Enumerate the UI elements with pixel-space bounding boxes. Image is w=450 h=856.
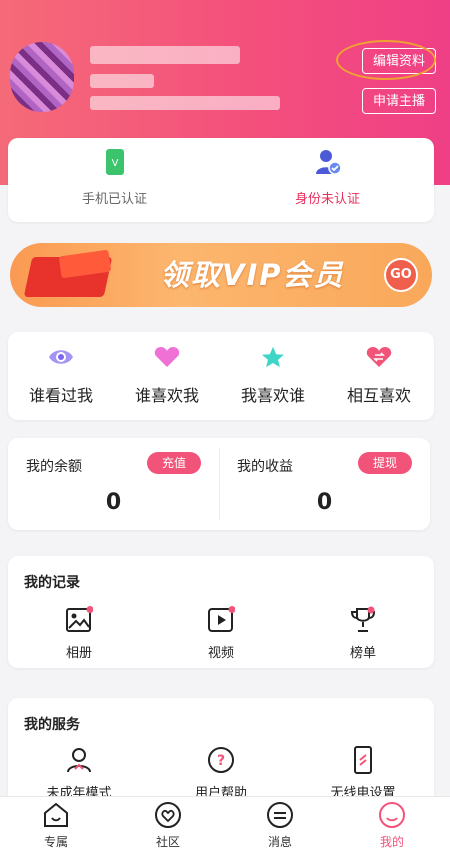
vip-go-button[interactable]: GO: [384, 258, 418, 292]
vip-banner-text: 领取VIP会员: [160, 258, 345, 292]
tab-community-label: 社区: [155, 835, 180, 849]
who-i-like[interactable]: 我喜欢谁: [220, 346, 326, 406]
wallet-card: 我的余额 充值 0 我的收益 提现 0: [8, 438, 430, 530]
phone-verified-item[interactable]: V 手机已认证: [8, 148, 221, 207]
identity-unverified-label: 身份未认证: [294, 192, 360, 207]
mutual-likes[interactable]: 相互喜欢: [326, 346, 432, 406]
home-icon: [44, 802, 68, 827]
star-icon: [262, 346, 284, 368]
recharge-button[interactable]: 充值: [147, 452, 201, 474]
mutual-likes-label: 相互喜欢: [346, 386, 411, 405]
user-shield-icon: [67, 748, 91, 773]
ranking-label: 榜单: [349, 646, 376, 661]
community-icon: [155, 802, 181, 828]
services-title: 我的服务: [24, 717, 80, 733]
tab-messages-label: 消息: [267, 835, 292, 849]
identity-verify-item[interactable]: 身份未认证: [221, 148, 434, 207]
who-i-like-label: 我喜欢谁: [240, 386, 305, 405]
records-video[interactable]: 视频: [150, 606, 292, 661]
tab-exclusive[interactable]: 专属: [0, 797, 112, 856]
earnings-section: 我的收益 提现 0: [219, 438, 430, 530]
tab-messages[interactable]: 消息: [224, 797, 336, 856]
records-ranking[interactable]: 榜单: [292, 606, 434, 661]
who-viewed-me-label: 谁看过我: [28, 386, 93, 405]
profile-icon: [379, 802, 405, 828]
records-card: 我的记录 相册 视频 榜单: [8, 556, 434, 668]
user-info-blurred: [90, 96, 280, 110]
tab-mine-label: 我的: [379, 835, 404, 849]
balance-value: 0: [105, 490, 122, 515]
svg-text:?: ?: [217, 753, 225, 769]
service-radio-settings[interactable]: 无线电设置: [292, 746, 434, 801]
social-card: 谁看过我 谁喜欢我 我喜欢谁 相互喜欢: [8, 332, 434, 420]
records-album[interactable]: 相册: [8, 606, 150, 661]
services-card: 我的服务 未成年模式 ? 用户帮助 无线电设置: [8, 698, 434, 808]
tab-mine[interactable]: 我的: [336, 797, 448, 856]
photo-album-icon: [66, 606, 93, 632]
heart-icon: [154, 347, 180, 367]
phone-verified-label: 手机已认证: [81, 192, 147, 207]
album-label: 相册: [65, 646, 92, 661]
trophy-icon: [350, 606, 376, 632]
phone-settings-icon: [354, 746, 372, 774]
service-minor-mode[interactable]: 未成年模式: [8, 746, 150, 801]
earnings-label: 我的收益: [237, 459, 293, 475]
video-label: 视频: [207, 646, 234, 661]
eye-icon: [49, 350, 73, 364]
bottom-tab-bar: 专属 社区 消息 我的: [0, 796, 450, 856]
avatar[interactable]: [10, 42, 74, 112]
video-icon: [208, 606, 235, 632]
username-blurred: [90, 46, 240, 64]
verification-card: V 手机已认证 身份未认证: [8, 138, 434, 222]
highlight-circle: [336, 40, 436, 80]
who-likes-me[interactable]: 谁喜欢我: [114, 346, 220, 406]
phone-verified-icon: V: [105, 149, 124, 175]
help-icon: ?: [208, 747, 234, 773]
identity-user-icon: [315, 150, 342, 175]
who-likes-me-label: 谁喜欢我: [134, 386, 199, 405]
withdraw-button[interactable]: 提现: [358, 452, 412, 474]
apply-host-button[interactable]: 申请主播: [361, 88, 436, 114]
service-help[interactable]: ? 用户帮助: [150, 746, 292, 801]
user-id-blurred: [90, 74, 154, 88]
svg-text:V: V: [111, 158, 118, 169]
who-viewed-me[interactable]: 谁看过我: [8, 346, 114, 406]
balance-section: 我的余额 充值 0: [8, 438, 219, 530]
message-icon: [267, 802, 293, 828]
tab-exclusive-label: 专属: [43, 835, 68, 849]
tab-community[interactable]: 社区: [112, 797, 224, 856]
records-title: 我的记录: [24, 575, 80, 591]
mutual-heart-icon: [366, 347, 392, 367]
earnings-value: 0: [316, 490, 333, 515]
vip-banner[interactable]: 领取VIP会员 GO: [10, 243, 432, 307]
balance-label: 我的余额: [26, 459, 82, 475]
